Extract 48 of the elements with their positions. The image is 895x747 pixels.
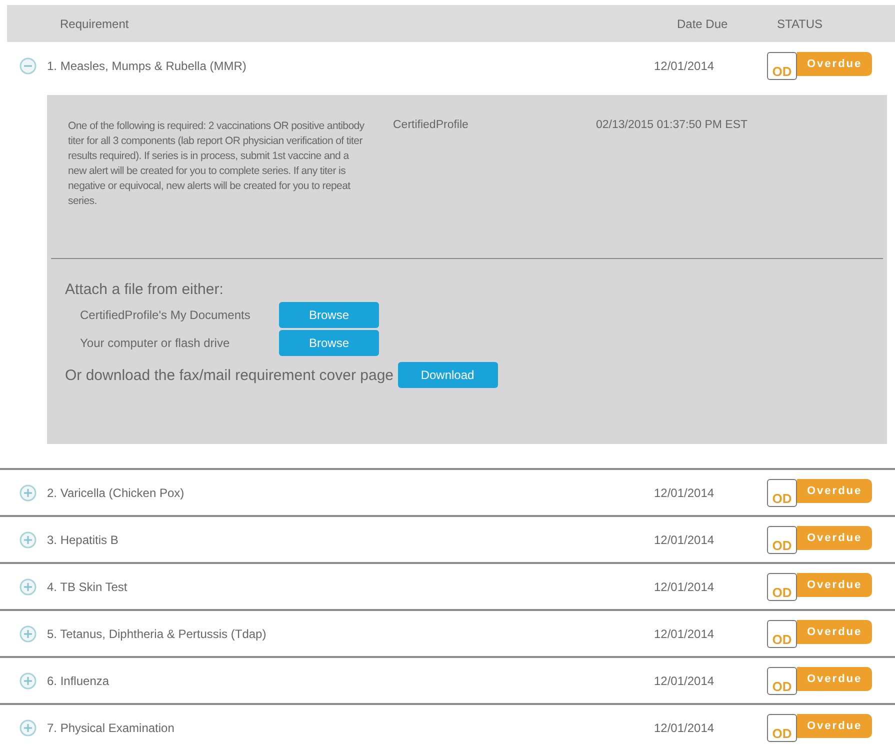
- status-label: Overdue: [797, 620, 872, 644]
- status-code: OD: [767, 620, 797, 648]
- expand-icon[interactable]: [19, 624, 37, 642]
- requirement-name[interactable]: 4. TB Skin Test: [47, 580, 654, 594]
- due-date: 12/01/2014: [654, 486, 716, 500]
- status-code: OD: [767, 478, 797, 506]
- status-code: OD: [767, 52, 797, 80]
- column-header: Requirement: [60, 16, 130, 30]
- status-label: Overdue: [797, 666, 872, 690]
- browse-button[interactable]: Browse: [279, 330, 379, 356]
- due-date: 12/01/2014: [654, 532, 716, 546]
- due-date: 12/01/2014: [654, 58, 716, 72]
- expand-icon[interactable]: [19, 530, 37, 548]
- due-date: 12/01/2014: [654, 626, 716, 640]
- status-code: OD: [767, 572, 797, 600]
- attach-heading: Attach a file from either:: [65, 281, 224, 298]
- requirement-name[interactable]: 7. Physical Examination: [47, 720, 654, 734]
- expand-icon[interactable]: [19, 718, 37, 736]
- status-code: OD: [767, 666, 797, 694]
- browse-button[interactable]: Browse: [279, 302, 379, 328]
- column-header: Date Due: [677, 16, 729, 30]
- attach-option-label: Your computer or flash drive: [80, 336, 231, 350]
- column-header: STATUS: [776, 16, 824, 30]
- due-date: 12/01/2014: [654, 674, 716, 688]
- expand-icon[interactable]: [19, 672, 37, 690]
- collapse-icon[interactable]: [19, 56, 37, 74]
- requirement-description: One of the following is required: 2 vaccinations OR positive antibody titer for all 3 components (lab report OR physician verification of titer results required). If series is in process, submit 1st vaccine and a new alert will be created for you to complete series. If any titer is negative or equivocal, new alerts will be created for you to repeat series.: [68, 119, 366, 209]
- status-code: OD: [767, 526, 797, 554]
- requirement-name[interactable]: 1. Measles, Mumps & Rubella (MMR): [47, 58, 654, 72]
- status-label: Overdue: [797, 714, 872, 738]
- status-label: Overdue: [797, 478, 872, 502]
- status-code: OD: [767, 714, 797, 742]
- requirement-name[interactable]: 5. Tetanus, Diphtheria & Pertussis (Tdap): [47, 626, 654, 640]
- attach-option-label: CertifiedProfile's My Documents: [80, 308, 252, 322]
- due-date: 12/01/2014: [654, 720, 716, 734]
- timestamp: 02/13/2015 01:37:50 PM EST: [596, 119, 748, 133]
- requirement-name[interactable]: 2. Varicella (Chicken Pox): [47, 486, 654, 500]
- requirement-name[interactable]: 3. Hepatitis B: [47, 532, 654, 546]
- due-date: 12/01/2014: [654, 580, 716, 594]
- expand-icon[interactable]: [19, 578, 37, 596]
- source-name: CertifiedProfile: [393, 119, 470, 133]
- expand-icon[interactable]: [19, 484, 37, 502]
- status-label: Overdue: [797, 526, 872, 550]
- status-label: Overdue: [797, 572, 872, 596]
- download-text: Or download the fax/mail requirement cover page: [65, 366, 394, 384]
- download-button[interactable]: Download: [398, 362, 498, 388]
- requirement-name[interactable]: 6. Influenza: [47, 674, 654, 688]
- status-label: Overdue: [797, 52, 872, 76]
